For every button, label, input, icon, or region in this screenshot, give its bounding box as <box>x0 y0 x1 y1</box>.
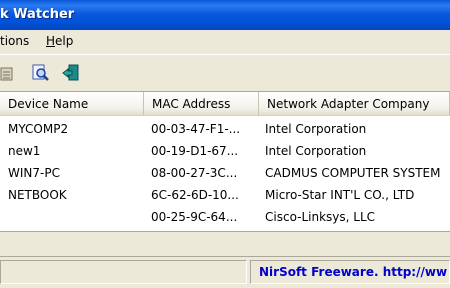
device-name-cell: NETBOOK <box>8 188 67 202</box>
status-bar: NirSoft Freeware. http://ww <box>0 256 450 288</box>
device-name-cell: WIN7-PC <box>8 166 60 180</box>
table-row[interactable]: new1 00-19-D1-67... Intel Corporation <box>0 140 450 162</box>
table-row[interactable]: NETBOOK 6C-62-6D-10... Micro-Star INT'L … <box>0 184 450 206</box>
status-panel-link: NirSoft Freeware. http://ww <box>250 260 450 284</box>
table-row[interactable]: WIN7-PC 08-00-27-3C... CADMUS COMPUTER S… <box>0 162 450 184</box>
adapter-company-cell: Intel Corporation <box>265 144 367 158</box>
device-name-cell: MYCOMP2 <box>8 122 69 136</box>
column-mac-address[interactable]: MAC Address <box>144 92 259 116</box>
status-panel-left <box>0 260 247 284</box>
menu-bar: tions Help <box>0 30 450 54</box>
mac-address-cell: 6C-62-6D-10... <box>151 188 239 202</box>
device-list[interactable]: Device Name MAC Address Network Adapter … <box>0 92 450 232</box>
mac-address-cell: 00-25-9C-64... <box>151 210 238 224</box>
mac-address-cell: 00-03-47-F1-... <box>151 122 241 136</box>
properties-icon[interactable] <box>0 64 18 82</box>
device-name-cell <box>8 206 144 228</box>
exit-icon[interactable] <box>62 64 80 82</box>
list-header: Device Name MAC Address Network Adapter … <box>0 92 450 116</box>
adapter-company-cell: Intel Corporation <box>265 122 367 136</box>
table-row[interactable]: 00-25-9C-64... Cisco-Linksys, LLC <box>0 206 450 228</box>
nirsoft-link[interactable]: NirSoft Freeware. http://ww <box>259 265 447 279</box>
adapter-company-cell: Cisco-Linksys, LLC <box>265 210 376 224</box>
toolbar <box>0 54 450 92</box>
menu-options[interactable]: tions <box>0 34 29 48</box>
column-adapter-company[interactable]: Network Adapter Company <box>259 92 450 116</box>
title-bar[interactable]: k Watcher <box>0 0 450 30</box>
search-icon[interactable] <box>32 64 50 82</box>
column-device-name[interactable]: Device Name <box>0 92 144 116</box>
device-name-cell: new1 <box>8 144 41 158</box>
mac-address-cell: 00-19-D1-67... <box>151 144 239 158</box>
mac-address-cell: 08-00-27-3C... <box>151 166 238 180</box>
window-title: k Watcher <box>0 7 75 22</box>
menu-help[interactable]: Help <box>46 34 73 48</box>
adapter-company-cell: Micro-Star INT'L CO., LTD <box>265 188 415 202</box>
table-row[interactable]: MYCOMP2 00-03-47-F1-... Intel Corporatio… <box>0 118 450 140</box>
adapter-company-cell: CADMUS COMPUTER SYSTEM <box>265 166 441 180</box>
